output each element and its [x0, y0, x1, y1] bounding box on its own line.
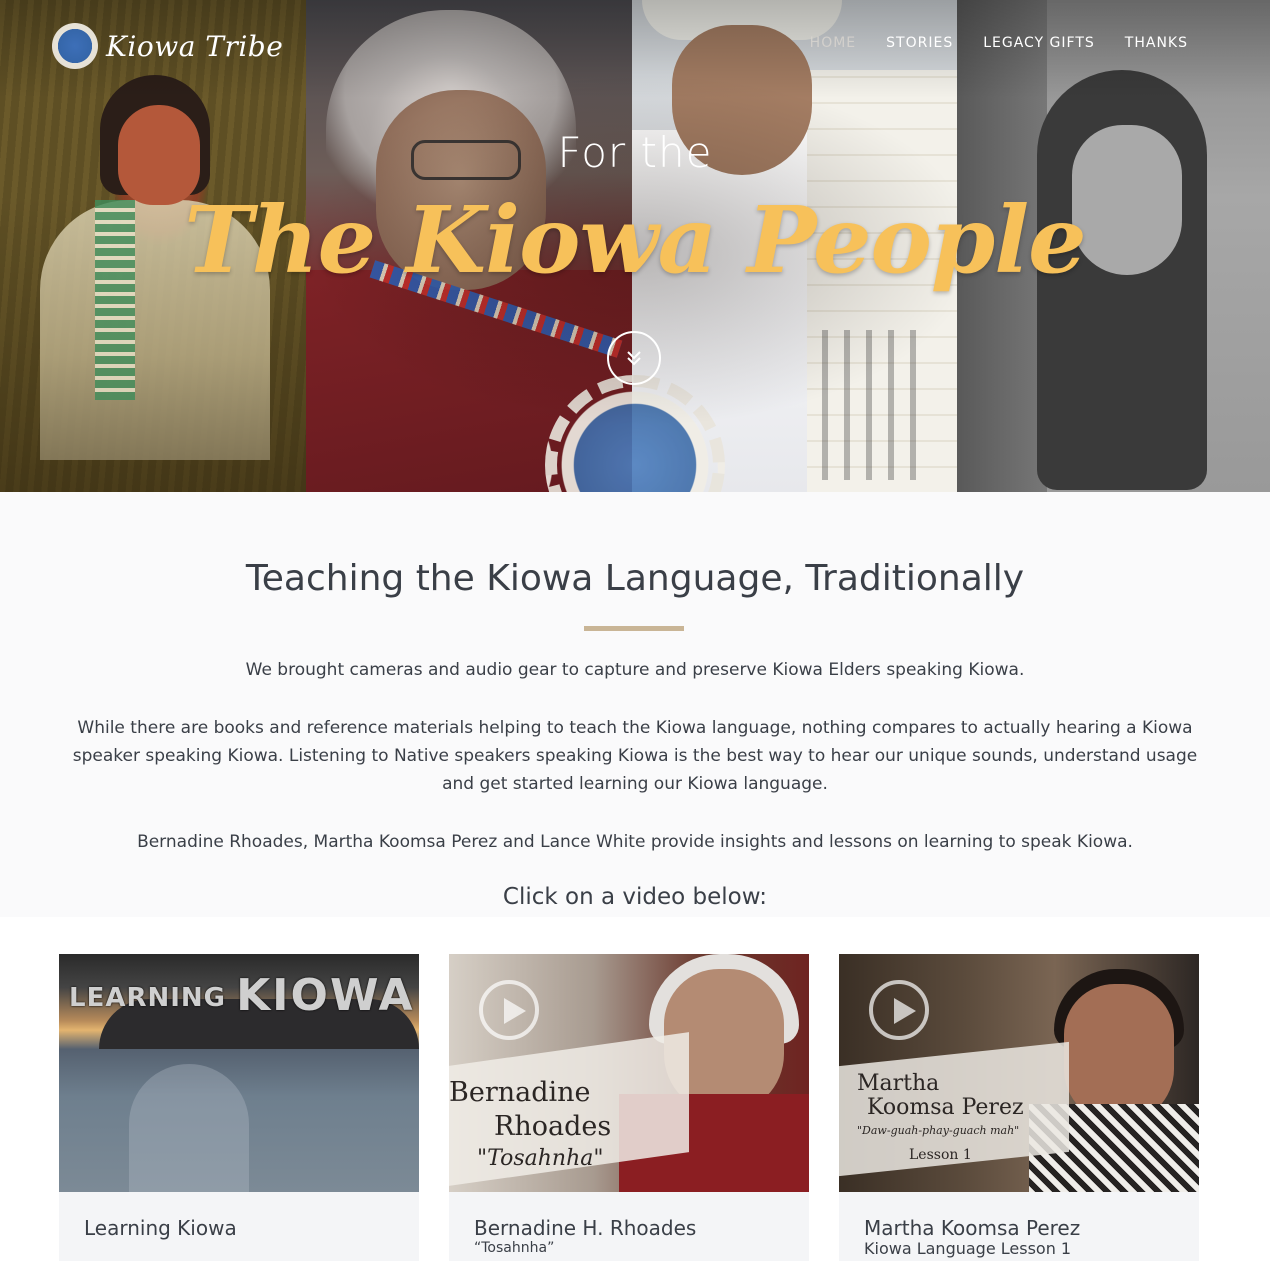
double-chevron-down-icon	[627, 351, 641, 366]
nav-thanks[interactable]: THANKS	[1125, 35, 1188, 51]
hero-title: The Kiowa People	[184, 186, 1086, 294]
logo-emblem-icon	[52, 23, 98, 69]
thumb-name-line2: Rhoades	[494, 1111, 612, 1142]
video-card-martha-koomsa-perez[interactable]: Martha Koomsa Perez "Daw-guah-phay-guach…	[839, 954, 1199, 1261]
intro-section: Teaching the Kiowa Language, Traditional…	[0, 492, 1270, 917]
main-nav: HOME STORIES LEGACY GIFTS THANKS	[810, 35, 1188, 51]
nav-stories[interactable]: STORIES	[886, 35, 953, 51]
scroll-down-button[interactable]	[607, 331, 661, 385]
site-logo[interactable]: Kiowa Tribe	[52, 22, 283, 70]
video-thumbnail[interactable]: Martha Koomsa Perez "Daw-guah-phay-guach…	[839, 954, 1199, 1192]
intro-paragraph-1: We brought cameras and audio gear to cap…	[245, 660, 1025, 680]
video-card-bernadine-rhoades[interactable]: Bernadine Rhoades "Tosahnha" Bernadine H…	[449, 954, 809, 1261]
thumb-nickname: "Tosahnha"	[477, 1146, 604, 1171]
nav-legacy-gifts[interactable]: LEGACY GIFTS	[983, 35, 1095, 51]
video-thumbnail[interactable]: LEARNING KIOWA	[59, 954, 419, 1192]
heading-divider	[584, 626, 684, 631]
thumb-name-line2: Koomsa Perez	[867, 1095, 1024, 1120]
video-thumbnail[interactable]: Bernadine Rhoades "Tosahnha"	[449, 954, 809, 1192]
thumb-word-learning: LEARNING	[69, 983, 227, 1013]
play-icon[interactable]	[869, 980, 929, 1040]
video-title[interactable]: Bernadine H. Rhoades	[474, 1216, 696, 1240]
logo-text: Kiowa Tribe	[106, 29, 284, 63]
hero-kicker: For the	[557, 128, 713, 177]
video-subtitle: “Tosahnha”	[474, 1240, 555, 1256]
section-heading: Teaching the Kiowa Language, Traditional…	[245, 558, 1025, 599]
hero-banner: Kiowa Tribe HOME STORIES LEGACY GIFTS TH…	[0, 0, 1270, 492]
nav-home[interactable]: HOME	[810, 35, 856, 51]
play-icon[interactable]	[479, 980, 539, 1040]
video-title[interactable]: Learning Kiowa	[84, 1216, 237, 1240]
video-cta: Click on a video below:	[502, 884, 768, 910]
thumb-quote: "Daw-guah-phay-guach mah"	[857, 1124, 1020, 1137]
thumb-lesson: Lesson 1	[909, 1147, 972, 1163]
video-subtitle: Kiowa Language Lesson 1	[864, 1239, 1072, 1258]
video-card-learning-kiowa[interactable]: LEARNING KIOWA Learning Kiowa	[59, 954, 419, 1261]
thumb-name-line1: Martha	[857, 1071, 940, 1096]
thumb-word-kiowa: KIOWA	[236, 970, 415, 1021]
intro-paragraph-2: While there are books and reference mate…	[72, 718, 1198, 794]
video-title[interactable]: Martha Koomsa Perez	[864, 1216, 1080, 1240]
intro-paragraph-3: Bernadine Rhoades, Martha Koomsa Perez a…	[137, 832, 1133, 852]
thumb-name-line1: Bernadine	[449, 1077, 591, 1108]
